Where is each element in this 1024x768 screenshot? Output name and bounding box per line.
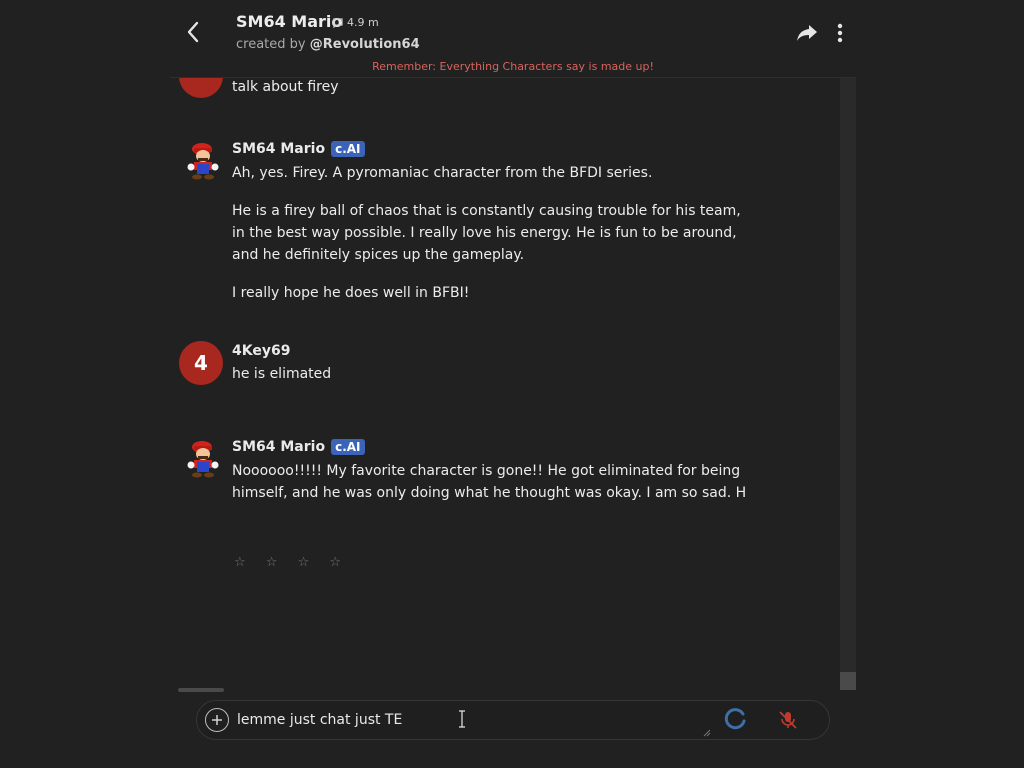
mario-avatar-icon xyxy=(187,143,219,180)
spinner-icon xyxy=(724,708,746,730)
chat-count: 4.9 m xyxy=(332,16,379,29)
chevron-left-icon xyxy=(187,21,199,43)
chat-log[interactable]: talk about firey SM64 Mario c.AI Ah, yes… xyxy=(170,78,840,690)
plus-circle-icon xyxy=(212,715,222,725)
disclaimer-banner: Remember: Everything Characters say is m… xyxy=(372,60,654,73)
ai-badge: c.AI xyxy=(331,141,365,157)
more-vertical-icon xyxy=(837,23,843,43)
text-cursor-icon xyxy=(459,710,465,728)
creator-line: created by @Revolution64 xyxy=(236,37,420,52)
message-sender: SM64 Mario c.AI xyxy=(232,439,365,455)
user-avatar: 4 xyxy=(179,341,223,385)
share-arrow-icon xyxy=(797,25,817,41)
creator-handle[interactable]: @Revolution64 xyxy=(310,37,420,52)
more-button[interactable] xyxy=(830,20,850,46)
horizontal-scrollbar[interactable] xyxy=(178,688,224,692)
user-avatar-partial xyxy=(179,78,223,98)
creator-prefix: created by xyxy=(236,37,306,52)
back-button[interactable] xyxy=(180,18,206,46)
message-paragraph: Ah, yes. Firey. A pyromaniac character f… xyxy=(232,165,653,181)
message-text: talk about firey xyxy=(232,79,339,95)
mario-avatar-icon xyxy=(187,441,219,478)
chat-count-value: 4.9 m xyxy=(347,16,379,29)
message-paragraph: He is a firey ball of chaos that is cons… xyxy=(232,203,741,263)
message-sender: SM64 Mario c.AI xyxy=(232,141,365,157)
rating-stars[interactable]: ☆ ☆ ☆ ☆ xyxy=(234,555,349,570)
add-button[interactable] xyxy=(205,708,229,732)
message-input[interactable] xyxy=(237,709,707,731)
mic-off-icon[interactable] xyxy=(777,709,799,731)
message-paragraph: Noooooo!!!!! My favorite character is go… xyxy=(232,463,747,501)
message-composer xyxy=(196,700,830,740)
message-text: Noooooo!!!!! My favorite character is go… xyxy=(232,460,747,504)
sender-name: SM64 Mario xyxy=(232,439,326,455)
message-text: he is elimated xyxy=(232,366,332,382)
message-text: Ah, yes. Firey. A pyromaniac character f… xyxy=(232,162,747,304)
character-name: SM64 Mario xyxy=(236,12,343,31)
sender-name: 4Key69 xyxy=(232,343,291,359)
ai-badge: c.AI xyxy=(331,439,365,455)
message-paragraph: I really hope he does well in BFBI! xyxy=(232,285,470,301)
vertical-scrollbar[interactable] xyxy=(840,78,856,690)
scrollbar-thumb[interactable] xyxy=(840,672,856,690)
chat-bubble-icon xyxy=(333,17,343,28)
resize-handle-icon[interactable] xyxy=(703,729,711,737)
share-button[interactable] xyxy=(794,20,820,46)
sender-name: SM64 Mario xyxy=(232,141,326,157)
